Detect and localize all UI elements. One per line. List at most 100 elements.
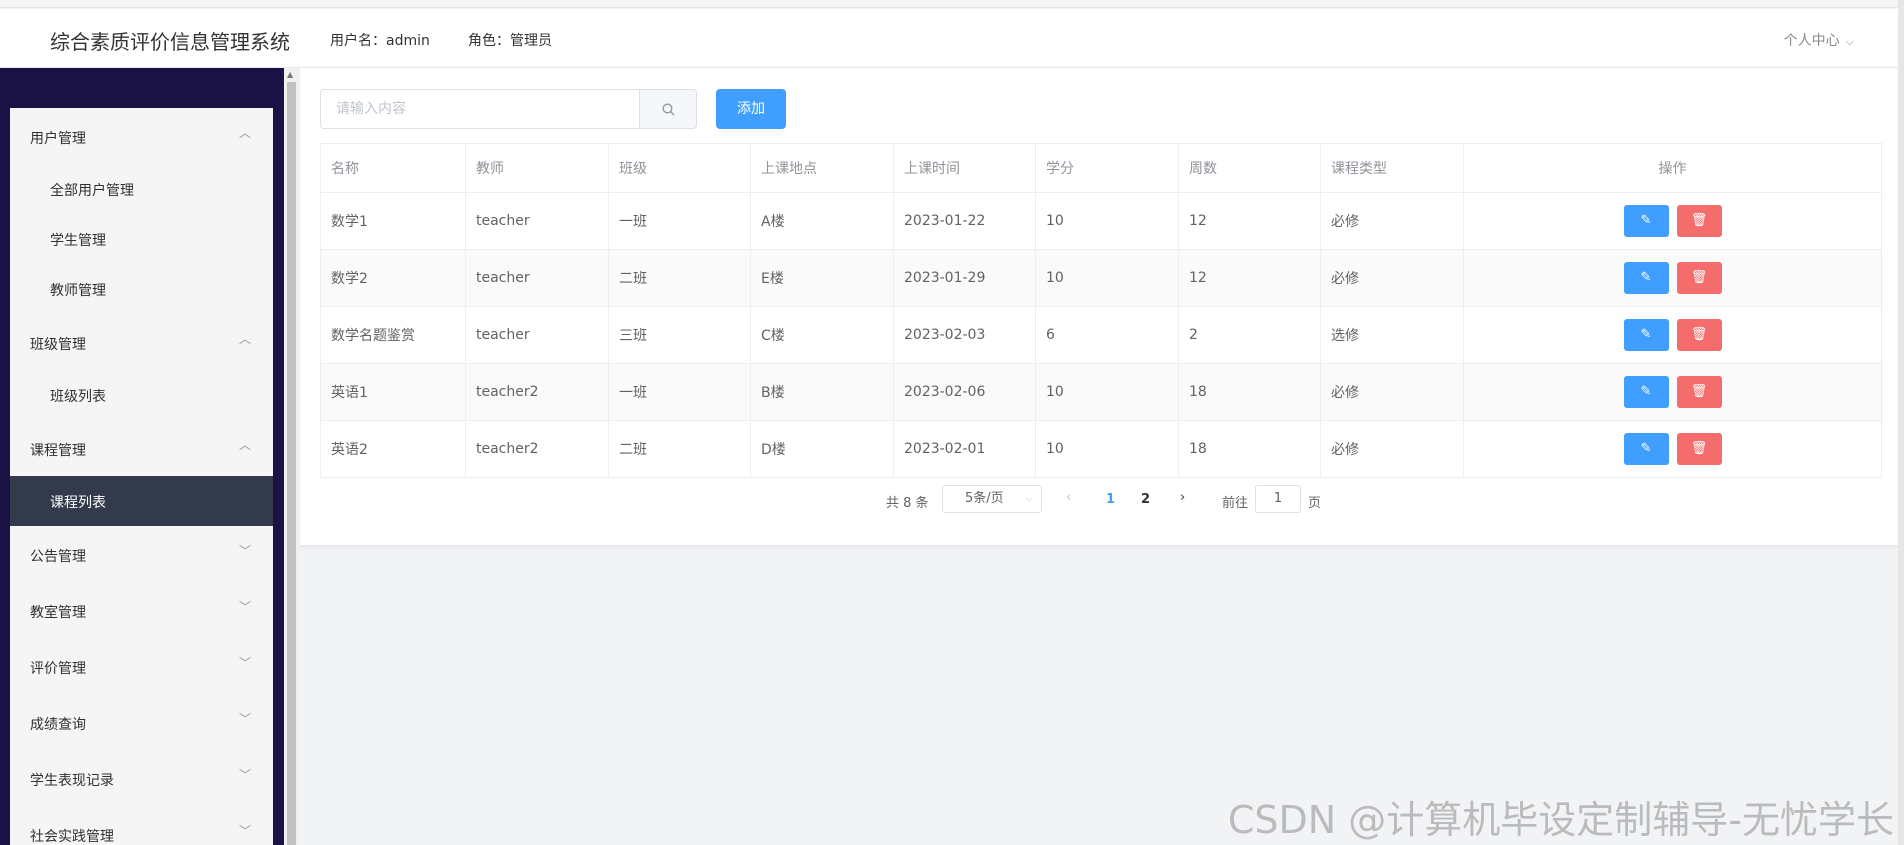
- menu-group-grades[interactable]: 成绩查询 ﹀: [10, 694, 273, 750]
- personal-center-menu[interactable]: 个人中心 ⌵: [1784, 30, 1854, 50]
- cell-name: 数学名题鉴赏: [320, 306, 466, 364]
- course-table: 名称 教师 班级 上课地点 上课时间 学分 周数 课程类型 操作 数学1 tea…: [320, 143, 1882, 478]
- page-number-1[interactable]: 1: [1106, 492, 1115, 507]
- delete-icon: 🗑: [1690, 213, 1708, 228]
- add-button[interactable]: 添加: [716, 89, 786, 129]
- column-header: 教师: [465, 143, 609, 193]
- menu-group-label: 班级管理: [30, 337, 86, 353]
- page-size-select[interactable]: 5条/页 ⌵: [942, 485, 1042, 513]
- edit-icon: ✎: [1640, 441, 1652, 456]
- menu-item-students[interactable]: 学生管理: [10, 214, 273, 264]
- table-header-row: 名称 教师 班级 上课地点 上课时间 学分 周数 课程类型 操作: [320, 143, 1882, 193]
- pagination-total: 共 8 条: [886, 496, 929, 511]
- search-button[interactable]: [639, 90, 696, 128]
- chevron-left-icon[interactable]: ‹: [1066, 490, 1071, 505]
- window-right-edge: [1898, 0, 1904, 845]
- page-size-value: 5条/页: [965, 491, 1004, 506]
- menu-group-user[interactable]: 用户管理 ︿: [10, 108, 273, 164]
- cell-class: 三班: [608, 306, 751, 364]
- menu-item-course-list[interactable]: 课程列表: [10, 476, 273, 526]
- menu-group-class[interactable]: 班级管理 ︿: [10, 314, 273, 370]
- scroll-up-icon[interactable]: ▲: [287, 70, 293, 79]
- cell-weeks: 12: [1178, 249, 1321, 307]
- chevron-down-icon: ﹀: [238, 768, 251, 782]
- cell-location: E楼: [750, 249, 894, 307]
- menu-item-teachers[interactable]: 教师管理: [10, 264, 273, 314]
- watermark: CSDN @计算机毕设定制辅导-无忧学长: [1227, 798, 1894, 842]
- edit-button[interactable]: ✎: [1623, 205, 1669, 237]
- chevron-right-icon[interactable]: ›: [1180, 490, 1185, 505]
- menu-item-label: 全部用户管理: [50, 183, 134, 199]
- edit-button[interactable]: ✎: [1623, 319, 1669, 351]
- menu-item-label: 教师管理: [50, 283, 106, 299]
- chevron-down-icon: ﹀: [238, 600, 251, 614]
- menu-item-all-users[interactable]: 全部用户管理: [10, 164, 273, 214]
- delete-button[interactable]: 🗑: [1676, 262, 1722, 294]
- edit-button[interactable]: ✎: [1623, 376, 1669, 408]
- menu-group-notice[interactable]: 公告管理 ﹀: [10, 526, 273, 582]
- cell-actions: ✎ 🗑: [1463, 420, 1882, 478]
- cell-weeks: 12: [1178, 192, 1321, 250]
- browser-top-strip: [0, 0, 1904, 8]
- chevron-up-icon: ︿: [238, 332, 251, 346]
- menu-group-evaluation[interactable]: 评价管理 ﹀: [10, 638, 273, 694]
- cell-type: 选修: [1320, 306, 1464, 364]
- cell-teacher: teacher2: [465, 363, 609, 421]
- cell-name: 数学1: [320, 192, 466, 250]
- menu-group-course[interactable]: 课程管理 ︿: [10, 420, 273, 476]
- table-row: 数学名题鉴赏 teacher 三班 C楼 2023-02-03 6 2 选修 ✎…: [320, 306, 1882, 364]
- cell-time: 2023-01-29: [893, 249, 1036, 307]
- menu-group-label: 教室管理: [30, 605, 86, 621]
- edit-icon: ✎: [1640, 213, 1652, 228]
- edit-icon: ✎: [1640, 384, 1652, 399]
- scrollbar-thumb[interactable]: [287, 82, 296, 845]
- edit-button[interactable]: ✎: [1623, 262, 1669, 294]
- menu-group-social-practice[interactable]: 社会实践管理 ﹀: [10, 806, 273, 845]
- cell-teacher: teacher: [465, 249, 609, 307]
- cell-type: 必修: [1320, 363, 1464, 421]
- menu-item-label: 班级列表: [50, 389, 106, 405]
- delete-icon: 🗑: [1690, 327, 1708, 342]
- column-header: 操作: [1463, 143, 1882, 193]
- menu-group-label: 用户管理: [30, 131, 86, 147]
- delete-icon: 🗑: [1690, 384, 1708, 399]
- delete-button[interactable]: 🗑: [1676, 205, 1722, 237]
- column-header: 课程类型: [1320, 143, 1464, 193]
- chevron-down-icon: ⌵: [1845, 35, 1854, 48]
- delete-button[interactable]: 🗑: [1676, 376, 1722, 408]
- chevron-down-icon: ﹀: [238, 824, 251, 838]
- delete-button[interactable]: 🗑: [1676, 319, 1722, 351]
- cell-teacher: teacher: [465, 192, 609, 250]
- chevron-down-icon: ﹀: [238, 544, 251, 558]
- cell-actions: ✎ 🗑: [1463, 306, 1882, 364]
- column-header: 周数: [1178, 143, 1321, 193]
- delete-icon: 🗑: [1690, 441, 1708, 456]
- cell-time: 2023-02-03: [893, 306, 1036, 364]
- chevron-down-icon: ﹀: [238, 656, 251, 670]
- cell-class: 一班: [608, 192, 751, 250]
- personal-center-label: 个人中心: [1783, 33, 1840, 49]
- column-header: 上课地点: [750, 143, 894, 193]
- cell-actions: ✎ 🗑: [1463, 363, 1882, 421]
- menu-group-performance[interactable]: 学生表现记录 ﹀: [10, 750, 273, 806]
- menu-group-classroom[interactable]: 教室管理 ﹀: [10, 582, 273, 638]
- cell-credit: 10: [1035, 249, 1179, 307]
- page-number-2[interactable]: 2: [1141, 492, 1150, 507]
- table-row: 数学1 teacher 一班 A楼 2023-01-22 10 12 必修 ✎ 🗑: [320, 192, 1882, 250]
- search-input[interactable]: [321, 90, 641, 128]
- chevron-up-icon: ︿: [238, 126, 251, 140]
- cell-type: 必修: [1320, 249, 1464, 307]
- menu-group-label: 评价管理: [30, 661, 86, 677]
- goto-page-input[interactable]: 1: [1255, 485, 1301, 513]
- edit-button[interactable]: ✎: [1623, 433, 1669, 465]
- course-list-card: 添加 名称 教师 班级 上课地点 上课时间 学分 周数 课程类型 操作 数学1 …: [300, 68, 1904, 546]
- cell-type: 必修: [1320, 192, 1464, 250]
- cell-class: 一班: [608, 363, 751, 421]
- sidebar-scrollbar[interactable]: ▲: [285, 68, 298, 845]
- menu-item-class-list[interactable]: 班级列表: [10, 370, 273, 420]
- cell-type: 必修: [1320, 420, 1464, 478]
- cell-location: A楼: [750, 192, 894, 250]
- cell-location: B楼: [750, 363, 894, 421]
- goto-label: 前往: [1222, 496, 1249, 511]
- delete-button[interactable]: 🗑: [1676, 433, 1722, 465]
